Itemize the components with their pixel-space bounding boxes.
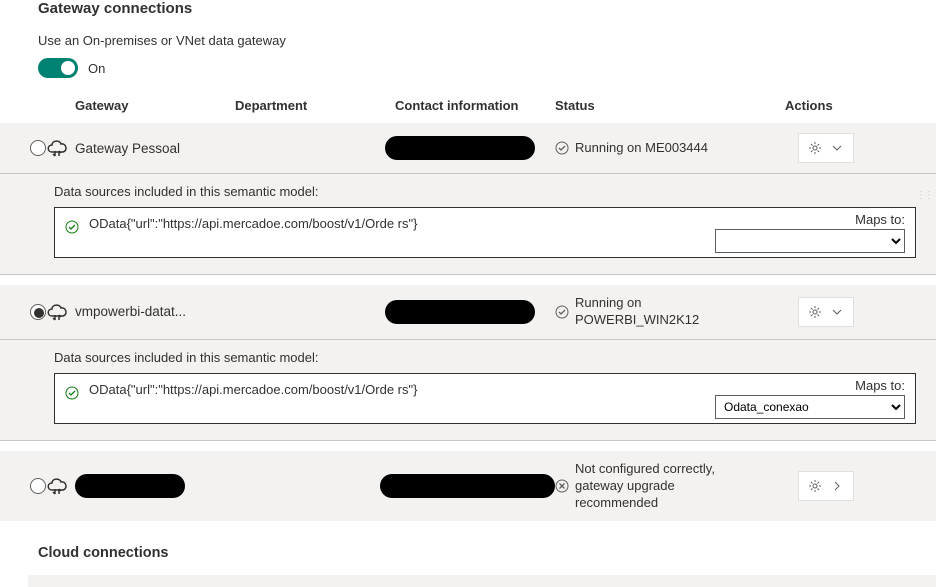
gateway-toggle[interactable] [38, 58, 78, 78]
datasource-box: OData{"url":"https://api.mercadoe.com/bo… [54, 207, 916, 258]
chevron-right-icon[interactable] [831, 480, 843, 492]
maps-to-select[interactable]: Odata_conexao [715, 395, 905, 419]
gateway-radio[interactable] [30, 304, 46, 320]
col-actions: Actions [735, 98, 906, 113]
status-text: Not configured correctly, gateway upgrad… [575, 461, 745, 512]
cloud-sync-icon [45, 476, 75, 496]
col-gateway: Gateway [75, 98, 235, 113]
redacted-contact [385, 300, 535, 324]
datasource-section: Data sources included in this semantic m… [0, 174, 936, 275]
maps-to-label: Maps to: [483, 378, 905, 393]
gateway-connections-title: Gateway connections [0, 0, 936, 17]
status-text: Running on ME003444 [575, 140, 745, 157]
col-contact: Contact information [395, 98, 555, 113]
gateway-radio[interactable] [30, 140, 46, 156]
check-circle-icon [65, 378, 85, 403]
check-circle-icon [65, 212, 85, 237]
gateway-radio[interactable] [30, 478, 46, 494]
datasource-label: Data sources included in this semantic m… [54, 350, 916, 365]
actions-box [798, 297, 854, 327]
gateway-name: Gateway Pessoal [75, 141, 385, 156]
actions-box [798, 471, 854, 501]
chevron-down-icon[interactable] [831, 306, 843, 318]
col-status: Status [555, 98, 735, 113]
cloud-connections-row [28, 575, 936, 587]
gear-icon[interactable] [808, 141, 822, 155]
redacted-name [75, 474, 185, 498]
drag-handle-icon[interactable]: ⋮⋮ [916, 190, 932, 201]
column-headers: Gateway Department Contact information S… [0, 98, 936, 123]
chevron-down-icon[interactable] [831, 142, 843, 154]
check-circle-icon [555, 141, 575, 155]
gateway-name: vmpowerbi-datat... [75, 304, 385, 319]
status-text: Running on POWERBI_WIN2K12 [575, 295, 745, 329]
gear-icon[interactable] [808, 305, 822, 319]
gateway-row: Gateway Pessoal Running on ME003444 [0, 123, 936, 174]
x-circle-icon [555, 479, 575, 493]
col-department: Department [235, 98, 395, 113]
redacted-contact [380, 474, 555, 498]
gateway-row: vmpowerbi-datat... Running on POWERBI_WI… [0, 285, 936, 340]
cloud-sync-icon [45, 302, 75, 322]
cloud-sync-icon [45, 138, 75, 158]
datasource-text: OData{"url":"https://api.mercadoe.com/bo… [89, 212, 479, 235]
cloud-connections-title: Cloud connections [0, 521, 936, 575]
toggle-label: On [88, 61, 105, 76]
datasource-box: OData{"url":"https://api.mercadoe.com/bo… [54, 373, 916, 424]
maps-to-select[interactable] [715, 229, 905, 253]
maps-to-label: Maps to: [483, 212, 905, 227]
redacted-contact [385, 136, 535, 160]
gateway-row: Not configured correctly, gateway upgrad… [0, 451, 936, 522]
check-circle-icon [555, 305, 575, 319]
datasource-section: Data sources included in this semantic m… [0, 340, 936, 441]
datasource-text: OData{"url":"https://api.mercadoe.com/bo… [89, 378, 479, 401]
datasource-label: Data sources included in this semantic m… [54, 184, 916, 199]
gateway-subtext: Use an On-premises or VNet data gateway [0, 17, 936, 58]
actions-box [798, 133, 854, 163]
gear-icon[interactable] [808, 479, 822, 493]
